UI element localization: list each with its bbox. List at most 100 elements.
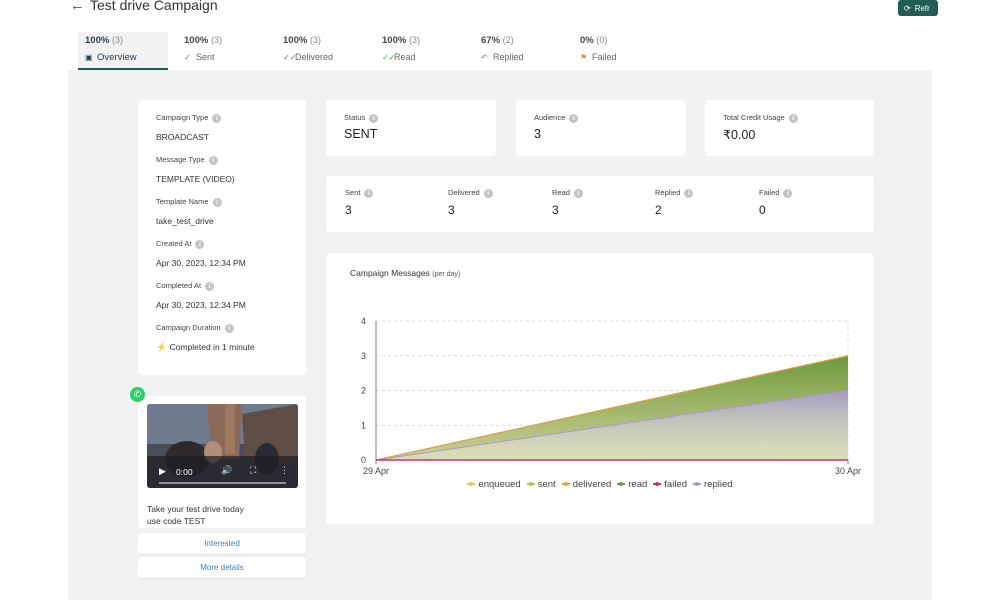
tab-read[interactable]: 100% (3) ✓✓Read [375, 32, 465, 70]
more-details-button[interactable]: More details [138, 557, 306, 578]
info-icon[interactable]: i [788, 113, 798, 123]
campaign-type-field: Campaign Type i BROADCAST [156, 113, 222, 142]
metric-label: Sent [345, 188, 361, 197]
metric-label: Read [552, 188, 570, 197]
credit-card: Total Credit Usage i ₹0.00 [705, 100, 874, 156]
legend-marker [653, 481, 662, 486]
info-icon[interactable]: i [369, 113, 379, 123]
metric-read: Read i 3 [552, 176, 652, 232]
tab-label: Failed [592, 52, 617, 62]
metric-value: 3 [448, 203, 455, 217]
credit-value: ₹0.00 [723, 128, 756, 142]
tab-replied[interactable]: 67% (2) ↶ Replied [474, 32, 564, 70]
info-icon[interactable]: i [783, 188, 793, 198]
check-icon: ✓ [184, 53, 191, 62]
audience-value: 3 [534, 127, 541, 141]
whatsapp-icon: ✆ [130, 387, 145, 402]
video-progress-bar[interactable] [159, 482, 286, 484]
legend-item-delivered[interactable]: delivered [561, 479, 611, 490]
template-name-value: take_test_drive [156, 215, 214, 226]
field-label: Template Name [156, 197, 209, 206]
y-tick-label: 0 [361, 455, 366, 465]
metric-value: 0 [759, 203, 766, 217]
tab-pct: 100% [382, 35, 407, 46]
info-icon[interactable]: i [212, 197, 222, 207]
double-check-icon: ✓✓ [283, 53, 297, 62]
volume-icon[interactable]: 🔊 [221, 465, 232, 476]
tab-count: (3) [210, 35, 222, 45]
legend-marker [693, 481, 701, 486]
metric-label: Replied [655, 188, 681, 197]
reply-icon: ↶ [481, 53, 488, 62]
metric-failed: Failed i 0 [759, 176, 859, 232]
legend-item-failed[interactable]: failed [653, 479, 687, 490]
play-icon[interactable]: ▶ [159, 466, 166, 477]
info-icon[interactable]: i [684, 188, 694, 198]
tab-pct: 100% [184, 35, 209, 46]
audience-card: Audience i 3 [516, 100, 686, 156]
x-tick-label: 29 Apr [363, 466, 389, 476]
completed-at-value: Apr 30, 2023, 12:34 PM [156, 299, 246, 310]
campaign-page: ← Test drive Campaign ⟳ Refr 100% (3) ▣ Ov… [0, 0, 1000, 600]
arrow-left-icon[interactable]: ← [70, 0, 85, 14]
tab-overview[interactable]: 100% (3) ▣ Overview [78, 32, 168, 70]
fullscreen-icon[interactable]: ⛶ [250, 465, 256, 476]
legend-label: enqueued [478, 479, 521, 490]
campaign-details-card: Campaign Type i BROADCAST Message Type i T… [138, 100, 306, 375]
tab-count: (3) [111, 35, 123, 45]
tab-failed[interactable]: 0% (0) ⚑ Failed [573, 32, 663, 70]
tab-count: (3) [309, 35, 321, 45]
field-label: Created At [156, 239, 192, 248]
flag-icon: ⚑ [580, 53, 588, 62]
tab-pct: 0% [580, 35, 594, 46]
legend-marker [617, 481, 626, 486]
legend-item-sent[interactable]: sent [526, 479, 556, 490]
field-label: Campaign Duration [156, 323, 221, 332]
tab-count: (2) [502, 35, 514, 45]
info-icon[interactable]: i [212, 113, 222, 123]
y-tick-label: 3 [361, 351, 366, 361]
field-label: Campaign Type [156, 113, 209, 122]
chart-icon: ▣ [85, 53, 93, 62]
message-type-value: TEMPLATE (VIDEO) [156, 173, 235, 184]
legend-item-enqueued[interactable]: enqueued [467, 479, 521, 490]
info-icon[interactable]: i [364, 188, 374, 198]
legend-label: failed [664, 479, 687, 490]
legend-item-read[interactable]: read [617, 479, 647, 490]
metric-value: 3 [552, 203, 559, 217]
metric-value: 2 [655, 203, 662, 217]
info-icon[interactable]: i [195, 239, 205, 249]
video-time: 0:00 [176, 467, 193, 477]
more-options-icon[interactable]: ⋮ [280, 465, 289, 476]
credit-label: Total Credit Usage [723, 113, 785, 122]
template-body-text: Take your test drive today use code TEST [147, 504, 244, 526]
status-card: Status i SENT [326, 100, 496, 156]
legend-marker [561, 481, 570, 486]
info-icon[interactable]: i [573, 188, 583, 198]
metric-label: Failed [759, 188, 780, 197]
template-name-field: Template Name i take_test_drive [156, 197, 222, 226]
audience-label: Audience [534, 113, 566, 122]
info-icon[interactable]: i [224, 323, 234, 333]
video-player[interactable]: ▶ 0:00 🔊 ⛶ ⋮ [147, 404, 298, 488]
info-icon[interactable]: i [208, 155, 218, 165]
video-controls: ▶ 0:00 🔊 ⛶ ⋮ [147, 456, 298, 488]
tab-delivered[interactable]: 100% (3) ✓✓Delivered [276, 32, 366, 70]
tab-sent[interactable]: 100% (3) ✓ Sent [177, 32, 267, 70]
info-icon[interactable]: i [205, 281, 215, 291]
tab-label: Overview [97, 52, 137, 63]
message-type-field: Message Type i TEMPLATE (VIDEO) [156, 155, 235, 184]
created-at-value: Apr 30, 2023, 12:34 PM [156, 257, 246, 268]
tab-label: Replied [493, 52, 524, 62]
info-icon[interactable]: i [569, 113, 579, 123]
tab-count: (0) [596, 35, 608, 45]
interested-button[interactable]: Interested [138, 533, 306, 554]
campaign-type-value: BROADCAST [156, 131, 209, 142]
legend-item-replied[interactable]: replied [693, 479, 733, 490]
tab-pct: 100% [85, 35, 110, 46]
tab-label: Sent [196, 52, 215, 62]
duration-field: Campaign Duration i ⚡ Completed in 1 minut… [156, 323, 255, 353]
completed-at-field: Completed At i Apr 30, 2023, 12:34 PM [156, 281, 246, 310]
info-icon[interactable]: i [483, 188, 493, 198]
refresh-button[interactable]: ⟳ Refr [898, 0, 938, 16]
